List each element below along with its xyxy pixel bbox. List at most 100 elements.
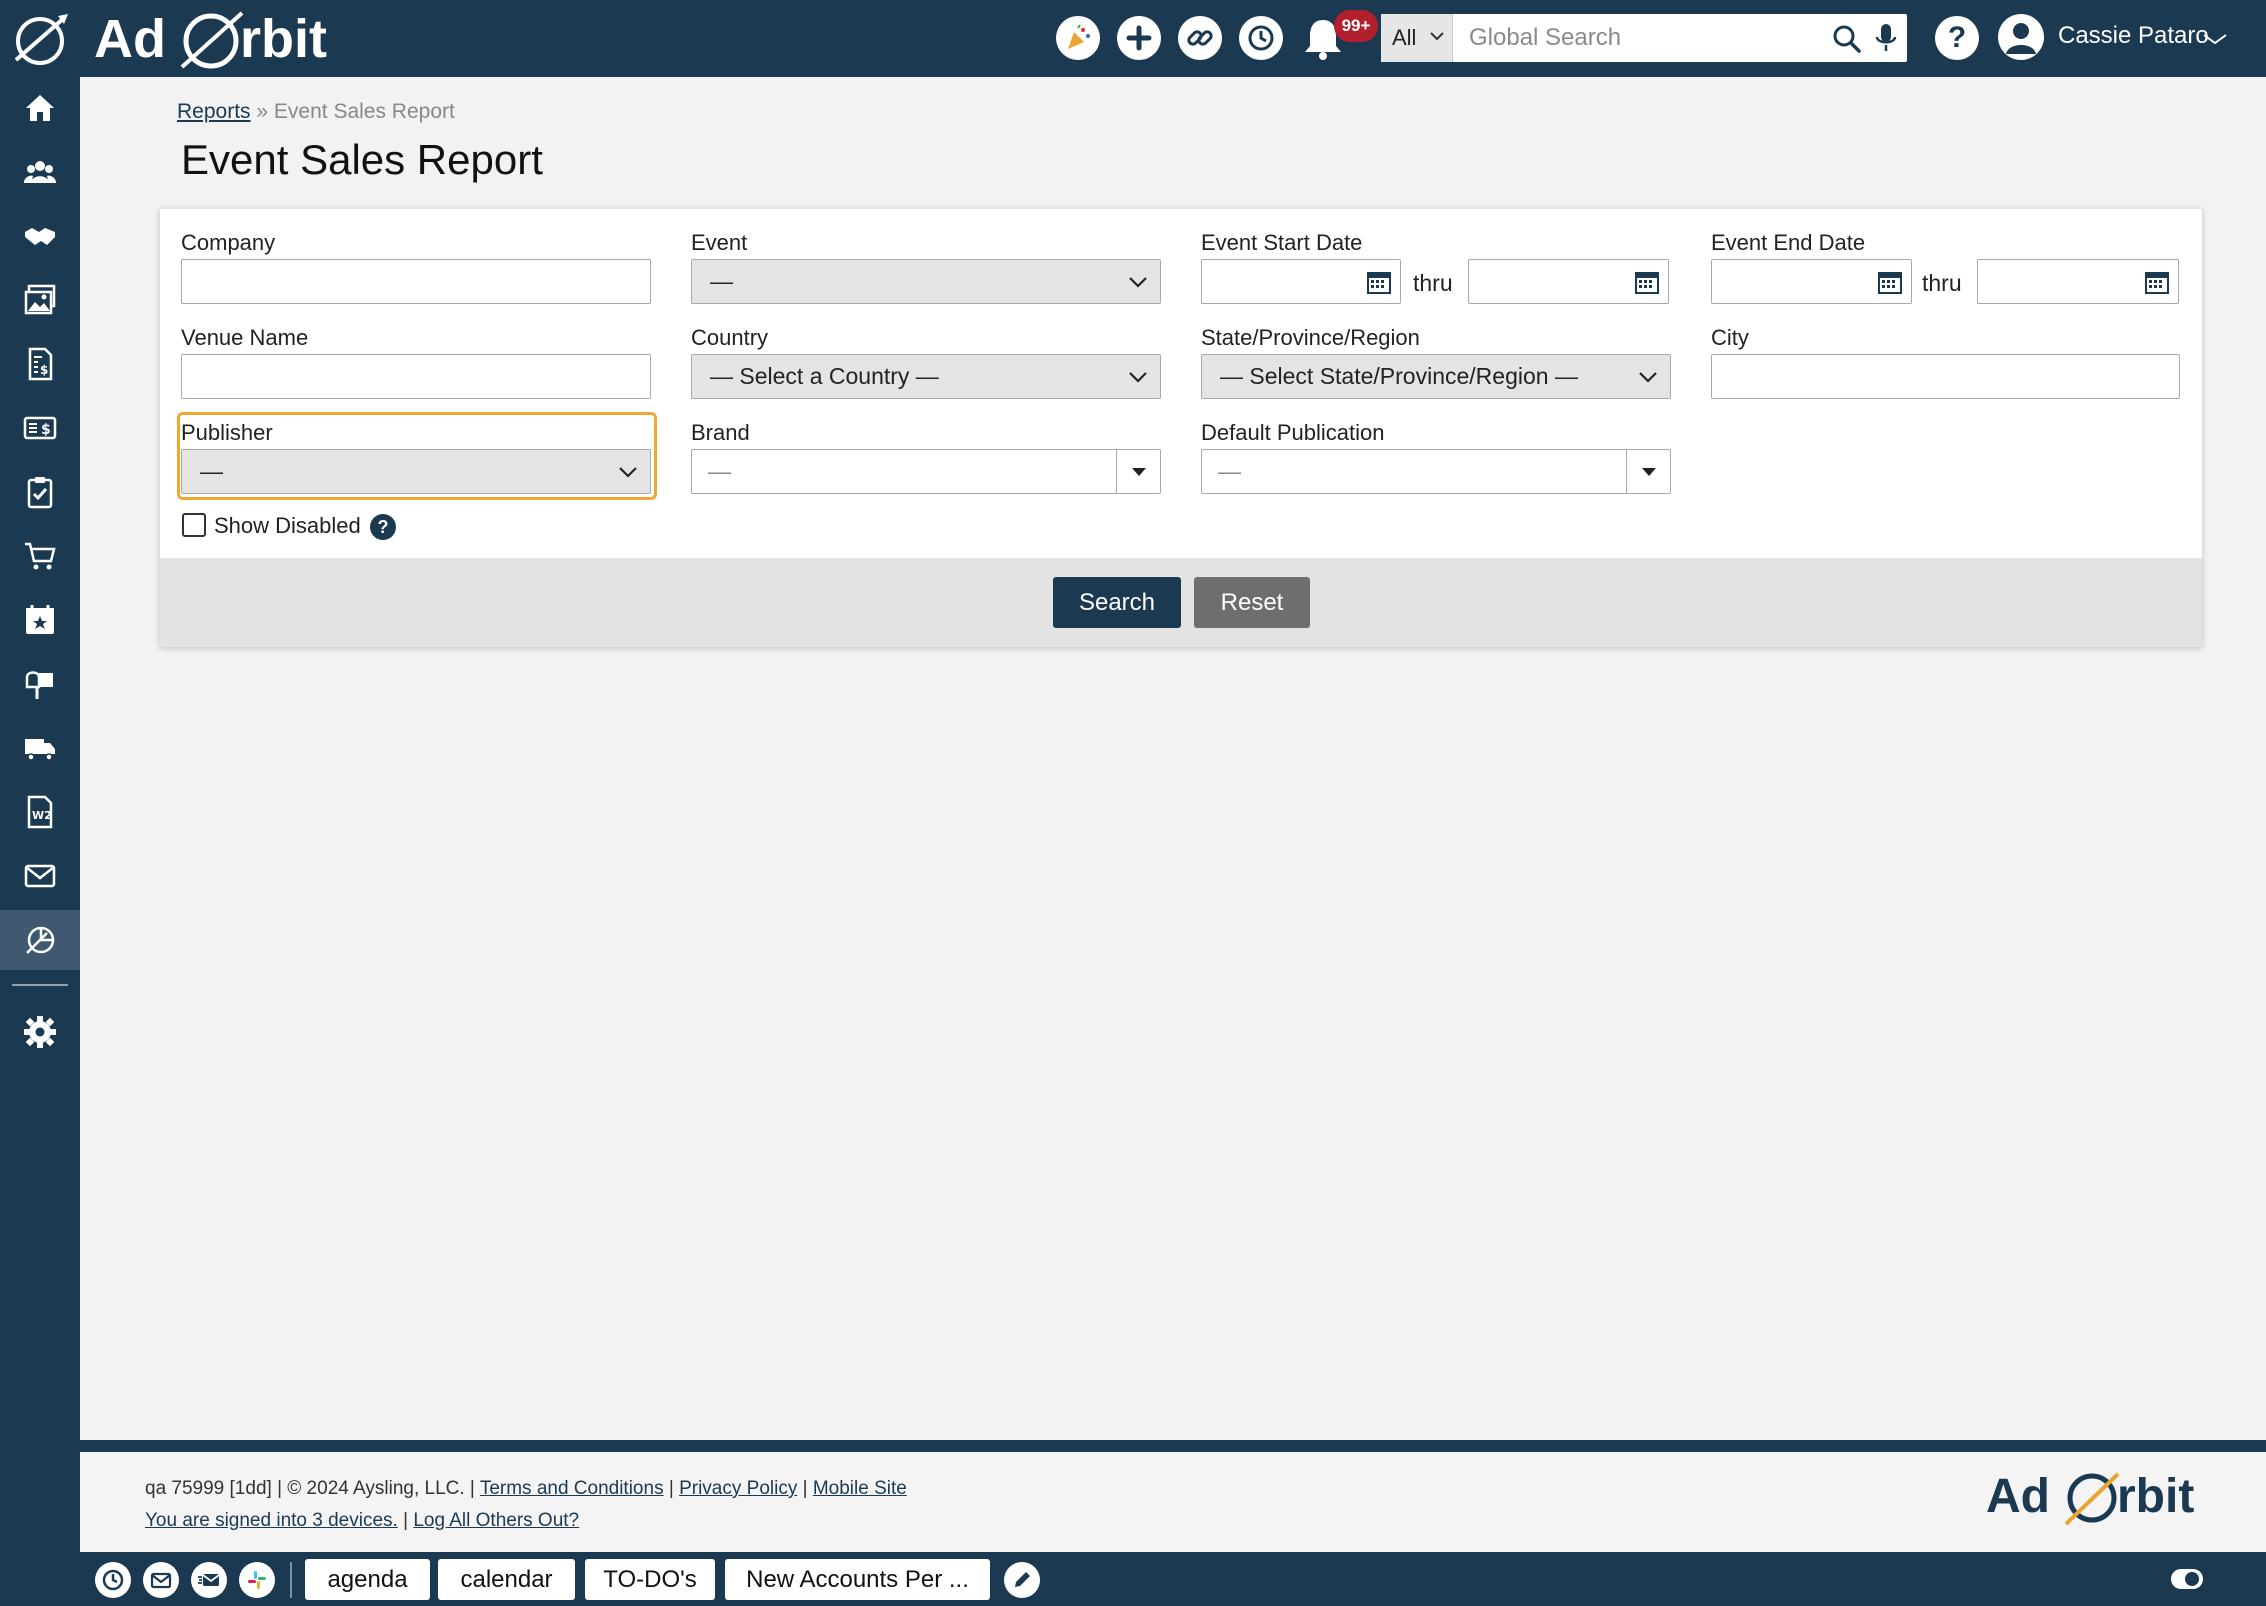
orbit-logo-icon[interactable] (8, 10, 72, 68)
sidebar-item-tasks[interactable] (0, 462, 80, 522)
taskbar-clock-icon[interactable] (95, 1562, 131, 1598)
taskbar-tab-new-accounts[interactable]: New Accounts Per ... (725, 1559, 990, 1600)
footer-build-info: qa 75999 [1dd] | © 2024 Aysling, LLC. | (145, 1478, 475, 1499)
reports-orbit-icon (26, 926, 55, 954)
sidebar-item-email[interactable] (0, 846, 80, 906)
notifications-badge[interactable]: 99+ (1334, 10, 1378, 42)
calendar-icon[interactable] (1877, 269, 1903, 295)
sidebar-item-home[interactable] (0, 78, 80, 138)
sidebar-item-events[interactable] (0, 590, 80, 650)
publisher-select-value: — (200, 458, 223, 484)
search-button[interactable]: Search (1053, 577, 1181, 628)
event-start-thru-label: thru (1413, 270, 1453, 296)
publisher-select[interactable]: — (181, 449, 651, 494)
sidebar-item-delivery[interactable] (0, 718, 80, 778)
taskbar-fast-email-icon[interactable] (191, 1562, 227, 1598)
toggle-switch-icon[interactable] (2170, 1566, 2204, 1592)
calendar-icon[interactable] (1634, 269, 1660, 295)
chevron-down-icon (1430, 32, 1444, 41)
event-start-date-to-input[interactable] (1468, 259, 1669, 304)
breadcrumb-separator: » (256, 100, 269, 123)
avatar[interactable] (1998, 14, 2044, 60)
top-bar: Ad rbit 99+ All ? Cassie Pataro (0, 0, 2266, 77)
search-icon[interactable] (1832, 24, 1862, 54)
sidebar-item-deals[interactable] (0, 206, 80, 266)
taskbar-slack-icon[interactable] (239, 1562, 275, 1598)
reset-button[interactable]: Reset (1194, 577, 1310, 628)
add-icon[interactable] (1117, 16, 1161, 60)
sidebar-item-settings[interactable] (0, 1002, 80, 1062)
taskbar-edit-icon[interactable] (1004, 1562, 1040, 1598)
event-start-date-from-input[interactable] (1201, 259, 1401, 304)
chevron-down-icon[interactable] (2202, 32, 2228, 46)
calendar-icon[interactable] (1366, 269, 1392, 295)
sidebar-item-invoices[interactable]: $ (0, 334, 80, 394)
search-scope-select[interactable]: All (1381, 14, 1453, 62)
calendar-star-icon (26, 605, 54, 634)
help-icon[interactable]: ? (370, 514, 396, 540)
global-search: All (1381, 14, 1907, 62)
user-name[interactable]: Cassie Pataro (2058, 22, 2209, 50)
mobile-site-link[interactable]: Mobile Site (813, 1478, 907, 1499)
show-disabled-checkbox[interactable] (182, 513, 206, 537)
taskbar-tab-agenda[interactable]: agenda (305, 1559, 430, 1600)
privacy-link[interactable]: Privacy Policy (679, 1478, 797, 1499)
taskbar-tab-todos[interactable]: TO-DO's (585, 1559, 715, 1600)
event-start-date-label: Event Start Date (1201, 230, 1363, 255)
svg-text:$: $ (40, 363, 48, 377)
sidebar-item-finance[interactable]: $ (0, 398, 80, 458)
sidebar-item-orders[interactable] (0, 526, 80, 586)
truck-icon (25, 739, 55, 761)
footer-pipe: | (802, 1478, 808, 1499)
celebration-icon[interactable] (1056, 16, 1100, 60)
event-select[interactable]: — (691, 259, 1161, 304)
sidebar-item-media[interactable] (0, 270, 80, 330)
terms-link[interactable]: Terms and Conditions (480, 1478, 664, 1499)
breadcrumb-current: Event Sales Report (273, 100, 455, 123)
history-clock-icon[interactable] (1239, 16, 1283, 60)
adorbit-footer-logo: Ad rbit (1986, 1470, 2194, 1526)
w2-document-icon: W2 (27, 795, 53, 829)
signed-in-devices-link[interactable]: You are signed into 3 devices. (145, 1510, 398, 1531)
adorbit-wordmark[interactable]: Ad rbit (94, 5, 334, 71)
taskbar-tab-calendar[interactable]: calendar (438, 1559, 575, 1600)
default-publication-label: Default Publication (1201, 420, 1385, 445)
brand-dropdown-arrow[interactable] (1116, 450, 1160, 493)
footer-sessions: You are signed into 3 devices. | Log All… (145, 1510, 579, 1532)
brand-select[interactable]: — (691, 449, 1161, 494)
breadcrumb-reports-link[interactable]: Reports (177, 100, 251, 123)
sidebar: $ $ W2 (0, 77, 80, 1606)
svg-text:Ad: Ad (1986, 1470, 2050, 1523)
company-input[interactable] (181, 259, 651, 304)
default-publication-select[interactable]: — (1201, 449, 1671, 494)
default-publication-dropdown-arrow[interactable] (1626, 450, 1670, 493)
event-end-date-to-input[interactable] (1977, 259, 2179, 304)
country-select[interactable]: — Select a Country — (691, 354, 1161, 399)
venue-name-input[interactable] (181, 354, 651, 399)
show-disabled-label[interactable]: Show Disabled (214, 513, 361, 539)
help-icon[interactable]: ? (1935, 16, 1979, 60)
brand-label: Brand (691, 420, 750, 445)
calendar-icon[interactable] (2144, 269, 2170, 295)
svg-text:rbit: rbit (2117, 1470, 2194, 1523)
event-select-value: — (710, 268, 733, 294)
page-footer: qa 75999 [1dd] | © 2024 Aysling, LLC. | … (80, 1440, 2266, 1552)
sidebar-item-reports[interactable] (0, 910, 80, 970)
chevron-down-icon (1129, 277, 1147, 288)
log-others-out-link[interactable]: Log All Others Out? (413, 1510, 579, 1531)
link-icon[interactable] (1178, 16, 1222, 60)
sidebar-item-tax-forms[interactable]: W2 (0, 782, 80, 842)
event-end-date-from-input[interactable] (1711, 259, 1912, 304)
bottom-taskbar: agenda calendar TO-DO's New Accounts Per… (80, 1552, 2266, 1606)
global-search-input[interactable] (1453, 14, 1813, 62)
search-form-panel: Company Event — Event Start Date thru Ev… (160, 209, 2202, 647)
microphone-icon[interactable] (1874, 22, 1898, 54)
taskbar-separator (290, 1562, 292, 1598)
svg-text:Ad: Ad (94, 9, 166, 69)
city-input[interactable] (1711, 354, 2180, 399)
brand-select-value: — (708, 458, 731, 484)
state-select[interactable]: — Select State/Province/Region — (1201, 354, 1671, 399)
sidebar-item-contacts[interactable] (0, 142, 80, 202)
taskbar-email-icon[interactable] (143, 1562, 179, 1598)
sidebar-item-mailing[interactable] (0, 654, 80, 714)
